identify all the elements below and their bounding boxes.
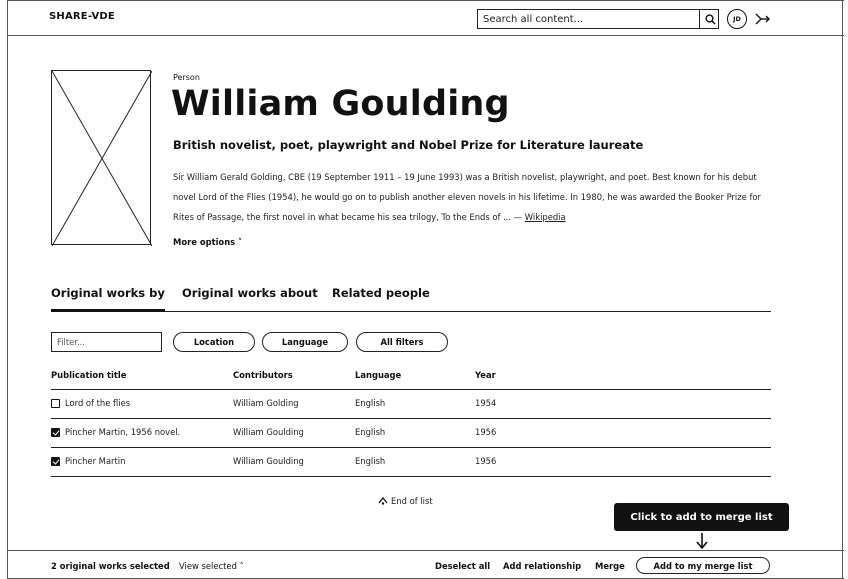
bio-text: Sir William Gerald Golding, CBE (19 Sept… — [173, 172, 761, 222]
row-divider — [51, 476, 771, 477]
cell-contributors: William Goulding — [233, 427, 304, 437]
row-checkbox[interactable] — [51, 399, 60, 408]
column-header-year[interactable]: Year — [475, 370, 496, 380]
end-of-list-label: End of list — [391, 496, 433, 506]
cell-language: English — [355, 456, 386, 466]
image-placeholder-icon — [52, 71, 152, 246]
tab-original-works-by[interactable]: Original works by — [51, 286, 165, 312]
view-selected-button[interactable]: View selected ˄ — [179, 561, 244, 571]
search-icon — [704, 13, 716, 25]
cell-year: 1956 — [475, 456, 497, 466]
app-frame: SHARE-VDE JD Person William Goulding Bri… — [7, 0, 844, 579]
search-box — [477, 9, 719, 29]
search-button[interactable] — [701, 10, 719, 28]
top-bar: SHARE-VDE JD — [8, 0, 844, 36]
all-filters-button[interactable]: All filters — [356, 332, 448, 352]
location-filter-button[interactable]: Location — [173, 332, 255, 352]
person-tagline: British novelist, poet, playwright and N… — [173, 138, 644, 152]
cell-title: Pincher Martin — [65, 456, 126, 466]
arrow-down-icon — [696, 533, 708, 550]
merge-button[interactable]: Merge — [595, 561, 625, 571]
cell-title: Pincher Martin, 1956 novel. — [65, 427, 181, 437]
cell-contributors: William Goulding — [233, 456, 304, 466]
avatar[interactable]: JD — [727, 9, 747, 29]
search-input[interactable] — [478, 10, 700, 28]
row-checkbox-checked[interactable] — [51, 457, 60, 466]
cell-language: English — [355, 427, 386, 437]
wikipedia-link[interactable]: Wikipedia — [525, 212, 566, 222]
end-of-list-icon — [378, 496, 388, 505]
portrait-placeholder — [51, 70, 152, 246]
filter-input[interactable] — [51, 332, 162, 352]
logout-icon[interactable] — [754, 11, 772, 27]
more-options-button[interactable]: More options ˅ — [173, 237, 242, 247]
page-title: William Goulding — [171, 84, 510, 124]
cell-contributors: William Golding — [233, 398, 299, 408]
deselect-all-button[interactable]: Deselect all — [435, 561, 490, 571]
cell-year: 1956 — [475, 427, 497, 437]
column-header-language[interactable]: Language — [355, 370, 401, 380]
brand-logo[interactable]: SHARE-VDE — [49, 11, 115, 22]
table-row[interactable]: Pincher Martin, 1956 novel. William Goul… — [51, 419, 771, 448]
row-checkbox-checked[interactable] — [51, 428, 60, 437]
cell-year: 1954 — [475, 398, 497, 408]
entity-type: Person — [173, 73, 200, 82]
end-of-list: End of list — [378, 496, 433, 506]
cell-title: Lord of the flies — [65, 398, 131, 408]
language-filter-button[interactable]: Language — [262, 332, 348, 352]
cell-language: English — [355, 398, 386, 408]
table-row[interactable]: Pincher Martin William Goulding English … — [51, 448, 771, 477]
column-header-title[interactable]: Publication title — [51, 370, 126, 380]
tab-original-works-about[interactable]: Original works about — [182, 286, 318, 312]
add-to-merge-list-button[interactable]: Add to my merge list — [636, 557, 770, 574]
table-row[interactable]: Lord of the flies William Golding Englis… — [51, 390, 771, 419]
person-bio: Sir William Gerald Golding, CBE (19 Sept… — [173, 167, 778, 227]
column-header-contributors[interactable]: Contributors — [233, 370, 293, 380]
add-relationship-button[interactable]: Add relationship — [503, 561, 581, 571]
tab-related-people[interactable]: Related people — [332, 286, 430, 312]
selected-count: 2 original works selected — [51, 561, 170, 571]
merge-tooltip: Click to add to merge list — [614, 503, 789, 531]
tab-bar: Original works by Original works about R… — [51, 286, 771, 312]
